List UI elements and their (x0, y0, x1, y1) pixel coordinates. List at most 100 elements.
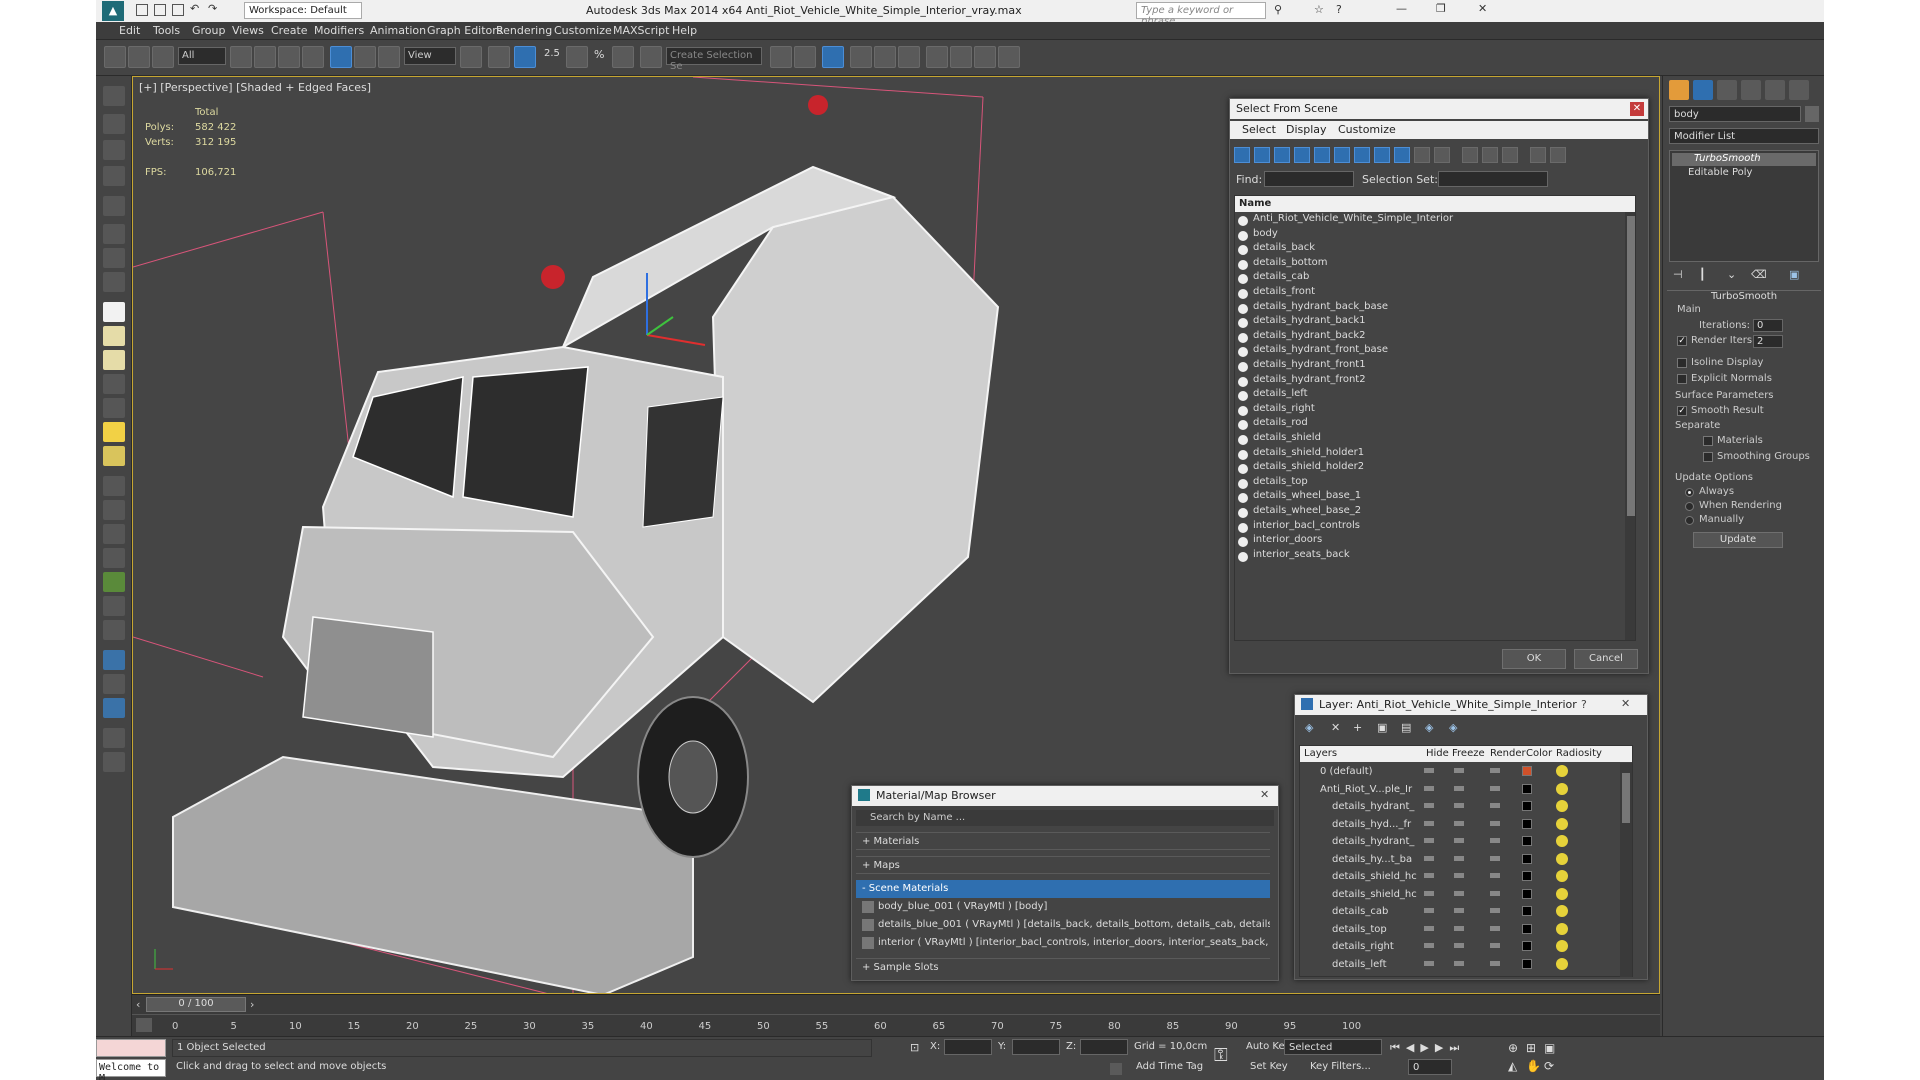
create-layer-icon[interactable]: ◈ (1305, 721, 1313, 734)
render-toggle[interactable] (1490, 873, 1500, 878)
percent-snap-label[interactable]: % (594, 48, 604, 61)
curve-editor-icon[interactable] (898, 46, 920, 68)
zoom-extents-icon[interactable]: ▣ (1544, 1041, 1555, 1055)
freeze-toggle[interactable] (1454, 855, 1464, 861)
layer-color-swatch[interactable] (1522, 906, 1532, 916)
layer-help-button[interactable]: ? (1581, 698, 1587, 711)
scene-object-row[interactable]: Anti_Riot_Vehicle_White_Simple_Interior (1235, 212, 1635, 226)
radiosity-sun-icon[interactable] (1556, 765, 1568, 777)
zoom-icon[interactable]: ⊕ (1508, 1041, 1518, 1055)
radiosity-sun-icon[interactable] (1556, 887, 1568, 900)
layer-scroll-thumb[interactable] (1622, 773, 1630, 823)
scene-object-row[interactable]: details_hydrant_front_base (1235, 343, 1635, 358)
scene-object-row[interactable]: details_shield_holder2 (1235, 460, 1635, 475)
workspace-dropdown[interactable]: Workspace: Default (244, 2, 362, 19)
freeze-toggle[interactable] (1454, 960, 1464, 966)
scene-object-row[interactable]: details_hydrant_front2 (1235, 373, 1635, 387)
layer-row[interactable]: details_hy...t_ba (1304, 851, 1628, 868)
next-key-icon[interactable]: ▶ (1435, 1041, 1449, 1054)
layer-color-swatch[interactable] (1522, 958, 1532, 969)
unlink-icon[interactable] (128, 46, 150, 68)
help-icon[interactable]: ? (1336, 3, 1342, 16)
scene-object-list[interactable]: Name Anti_Riot_Vehicle_White_Simple_Inte… (1234, 195, 1636, 641)
hide-toggle[interactable] (1424, 925, 1434, 931)
make-unique-icon[interactable]: ⌄ (1727, 268, 1736, 281)
columns-icon[interactable] (1550, 147, 1566, 163)
show-end-result-icon[interactable]: ┃ (1699, 268, 1706, 281)
align-icon[interactable] (794, 46, 816, 68)
zoom-all-icon[interactable]: ⊞ (1526, 1041, 1536, 1055)
layer-list[interactable]: Layers Hide Freeze Render Color Radiosit… (1299, 745, 1633, 977)
radiosity-sun-icon[interactable] (1556, 957, 1568, 970)
radiosity-sun-icon[interactable] (1556, 782, 1568, 795)
frame-counter[interactable]: 0 / 100 (146, 997, 246, 1012)
y-coordinate-input[interactable] (1012, 1039, 1060, 1055)
play-icon[interactable]: ▶ (1420, 1041, 1434, 1054)
orbit-icon[interactable]: ⟳ (1544, 1059, 1554, 1073)
selection-filter-dropdown[interactable]: All (178, 47, 226, 65)
list-scrollbar[interactable] (1625, 212, 1635, 640)
render-toggle[interactable] (1490, 855, 1500, 861)
spinner-snap-icon[interactable] (612, 46, 634, 68)
minimize-icon[interactable]: — (1396, 2, 1407, 15)
schematic-view-icon[interactable] (926, 46, 948, 68)
layer-color-swatch[interactable] (1522, 888, 1532, 899)
question-icon[interactable] (103, 752, 125, 772)
display-dependents-icon[interactable] (1502, 147, 1518, 163)
object-name-input[interactable]: body (1669, 106, 1801, 122)
scene-object-row[interactable]: details_cab (1235, 270, 1635, 285)
hide-toggle[interactable] (1424, 960, 1434, 966)
hide-toggle[interactable] (1424, 838, 1434, 843)
render-iters-checkbox[interactable]: ✓ (1677, 336, 1687, 346)
hide-toggle[interactable] (1424, 890, 1434, 896)
stack-item-turbosmooth[interactable]: TurboSmooth (1672, 153, 1816, 166)
col-freeze[interactable]: Freeze (1452, 748, 1485, 759)
omni-light-icon[interactable] (103, 446, 125, 466)
smoothing-groups-checkbox[interactable] (1703, 452, 1713, 462)
viewport-label[interactable]: [+] [Perspective] [Shaded + Edged Faces] (139, 81, 371, 94)
named-selection-set-dropdown[interactable]: Create Selection Se (666, 47, 762, 72)
iterations-spinner[interactable]: 0 (1753, 319, 1783, 332)
select-manipulate-icon[interactable] (488, 46, 510, 68)
isoline-display-checkbox[interactable] (1677, 358, 1687, 368)
scene-material-item[interactable]: body_blue_001 ( VRayMtl ) [body] (856, 898, 1270, 916)
render-toggle[interactable] (1490, 820, 1500, 826)
radiosity-sun-icon[interactable] (1556, 800, 1568, 812)
layer-row[interactable]: details_left (1304, 956, 1628, 973)
key-icon[interactable]: ⚿ (1214, 1045, 1228, 1066)
mirror-icon[interactable] (770, 46, 792, 68)
materials-section[interactable]: + Materials (856, 832, 1270, 850)
layer-row[interactable]: details_cab (1304, 903, 1628, 920)
scene-materials-section[interactable]: - Scene Materials (856, 880, 1270, 898)
snaps-toggle-label[interactable]: 2.5 (544, 48, 560, 59)
key-filters-button[interactable]: Key Filters... (1310, 1061, 1371, 1072)
radiosity-sun-icon[interactable] (1556, 852, 1568, 865)
maxscript-listener-top[interactable] (96, 1039, 166, 1057)
freeze-toggle[interactable] (1454, 873, 1464, 878)
app-logo-icon[interactable]: ▲ (102, 1, 124, 21)
sphere-blue-icon[interactable] (103, 650, 125, 670)
angle-snap-icon[interactable] (566, 46, 588, 68)
radiosity-sun-icon[interactable] (1556, 905, 1568, 917)
dots-icon[interactable] (103, 476, 125, 496)
freeze-toggle[interactable] (1454, 820, 1464, 826)
motion-tab-icon[interactable] (1741, 80, 1761, 100)
binoculars-icon[interactable]: ⚲ (1274, 3, 1282, 16)
filter-shapes-icon[interactable] (1254, 147, 1270, 163)
menu-customize[interactable]: Customize (554, 24, 612, 37)
select-rotate-icon[interactable] (354, 46, 376, 68)
col-radiosity[interactable]: Radiosity (1556, 748, 1602, 759)
col-layers[interactable]: Layers (1304, 748, 1337, 759)
layer-color-swatch[interactable] (1522, 766, 1532, 776)
go-to-end-icon[interactable]: ⏭ (1449, 1041, 1465, 1054)
hide-toggle[interactable] (1424, 908, 1434, 913)
scene-material-item[interactable]: interior ( VRayMtl ) [interior_bacl_cont… (856, 934, 1270, 952)
hide-toggle[interactable] (1424, 803, 1434, 808)
object-color-swatch[interactable] (1805, 106, 1819, 122)
display-influences-icon[interactable] (1482, 147, 1498, 163)
bind-spacewarp-icon[interactable] (152, 46, 174, 68)
smooth-result-checkbox[interactable]: ✓ (1677, 406, 1687, 416)
always-radio[interactable] (1685, 488, 1694, 497)
filter-geometry-icon[interactable] (1234, 147, 1250, 163)
radiosity-sun-icon[interactable] (1556, 870, 1568, 882)
